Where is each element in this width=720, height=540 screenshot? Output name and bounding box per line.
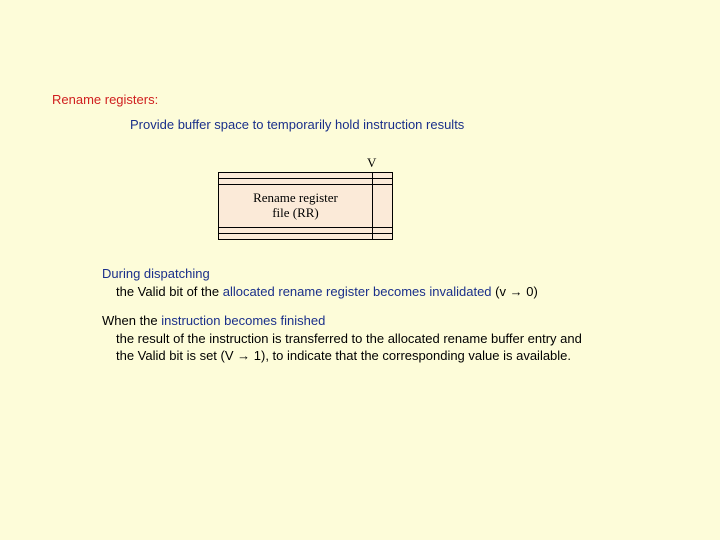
box-title-line2: file (RR) bbox=[272, 205, 319, 220]
arrow-icon: → bbox=[237, 348, 250, 363]
rename-register-diagram: V Rename register file (RR) bbox=[218, 157, 398, 225]
p2-line2: the result of the instruction is transfe… bbox=[102, 330, 682, 348]
box-title-line1: Rename register bbox=[253, 190, 338, 205]
paragraph-finished: When the instruction becomes finished th… bbox=[102, 312, 682, 365]
p1-lead: During dispatching bbox=[102, 266, 210, 281]
p2-line3-b: 1), to indicate that the corresponding v… bbox=[250, 348, 571, 363]
section-heading: Rename registers: bbox=[52, 92, 158, 107]
arrow-icon: → bbox=[510, 284, 523, 299]
p1-blue: allocated rename register becomes invali… bbox=[223, 284, 492, 299]
p2-line3-a: the Valid bit is set (V bbox=[116, 348, 237, 363]
paragraph-dispatching: During dispatching the Valid bit of the … bbox=[102, 265, 662, 300]
p2-lead-a: When the bbox=[102, 313, 161, 328]
valid-bit-label: V bbox=[367, 155, 376, 171]
p1-text-a: the Valid bit of the bbox=[116, 284, 223, 299]
p1-text-b: (v bbox=[492, 284, 510, 299]
p2-lead-blue: instruction becomes finished bbox=[161, 313, 325, 328]
section-subtitle: Provide buffer space to temporarily hold… bbox=[130, 117, 464, 132]
p1-text-c: 0) bbox=[523, 284, 538, 299]
register-file-box: Rename register file (RR) bbox=[218, 172, 393, 240]
